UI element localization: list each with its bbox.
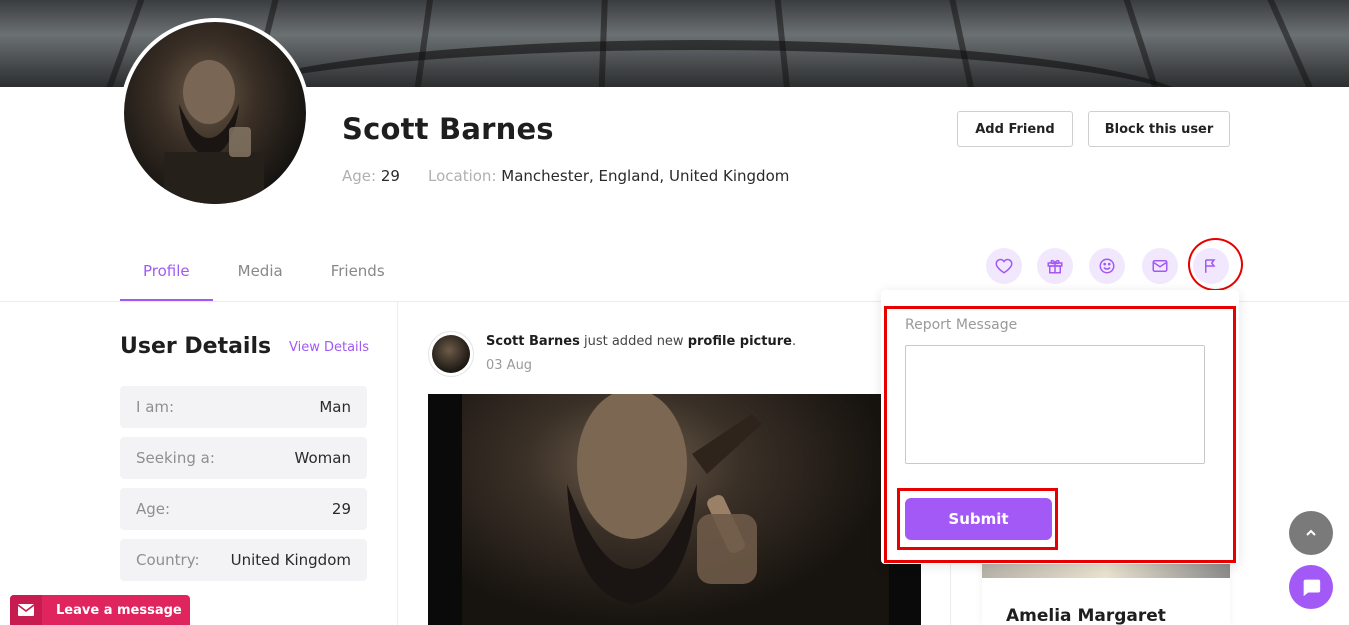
post-author-avatar[interactable] xyxy=(428,331,474,377)
detail-row: Seeking a: Woman xyxy=(120,437,367,479)
detail-row: Age: 29 xyxy=(120,488,367,530)
detail-value: Woman xyxy=(294,449,351,467)
detail-row: Country: United Kingdom xyxy=(120,539,367,581)
detail-key: I am: xyxy=(136,398,175,416)
message-button[interactable] xyxy=(1142,248,1178,284)
detail-row: I am: Man xyxy=(120,386,367,428)
detail-value: United Kingdom xyxy=(230,551,351,569)
member-name[interactable]: Amelia Margaret xyxy=(1006,606,1166,625)
wink-button[interactable] xyxy=(1089,248,1125,284)
gift-button[interactable] xyxy=(1037,248,1073,284)
report-highlight-ring xyxy=(1188,238,1243,291)
post-activity-text: Scott Barnes just added new profile pict… xyxy=(486,334,797,349)
user-details-title: User Details xyxy=(120,334,272,359)
profile-age: Age: 29 xyxy=(342,167,400,185)
profile-name: Scott Barnes xyxy=(342,112,554,146)
gift-icon xyxy=(1047,259,1063,274)
leave-message-tab[interactable]: Leave a message xyxy=(10,595,190,625)
profile-location: Location: Manchester, England, United Ki… xyxy=(428,167,790,185)
leave-message-label: Leave a message xyxy=(56,602,182,618)
envelope-icon xyxy=(10,595,42,625)
profile-avatar xyxy=(120,18,310,208)
add-friend-button[interactable]: Add Friend xyxy=(957,111,1073,147)
column-divider xyxy=(397,302,398,625)
mail-icon xyxy=(1152,260,1168,272)
detail-value: Man xyxy=(319,398,351,416)
smile-icon xyxy=(1099,258,1115,274)
tab-profile[interactable]: Profile xyxy=(120,250,213,302)
block-user-button[interactable]: Block this user xyxy=(1088,111,1230,147)
like-button[interactable] xyxy=(986,248,1022,284)
tab-media[interactable]: Media xyxy=(238,250,283,302)
post-date: 03 Aug xyxy=(486,358,533,373)
detail-value: 29 xyxy=(331,500,351,518)
chevron-up-icon xyxy=(1306,529,1316,536)
chat-button[interactable] xyxy=(1289,565,1333,609)
post-image[interactable] xyxy=(428,394,921,625)
submit-highlight-box xyxy=(897,488,1058,550)
detail-key: Age: xyxy=(136,500,171,518)
heart-icon xyxy=(995,258,1013,274)
detail-key: Country: xyxy=(136,551,200,569)
tab-friends[interactable]: Friends xyxy=(331,250,385,302)
detail-key: Seeking a: xyxy=(136,449,215,467)
chat-bubble-icon xyxy=(1303,579,1321,597)
scroll-to-top-button[interactable] xyxy=(1289,511,1333,555)
profile-tabs: Profile Media Friends xyxy=(120,250,433,302)
view-details-link[interactable]: View Details xyxy=(289,340,369,355)
post-author-link[interactable]: Scott Barnes xyxy=(486,334,580,349)
